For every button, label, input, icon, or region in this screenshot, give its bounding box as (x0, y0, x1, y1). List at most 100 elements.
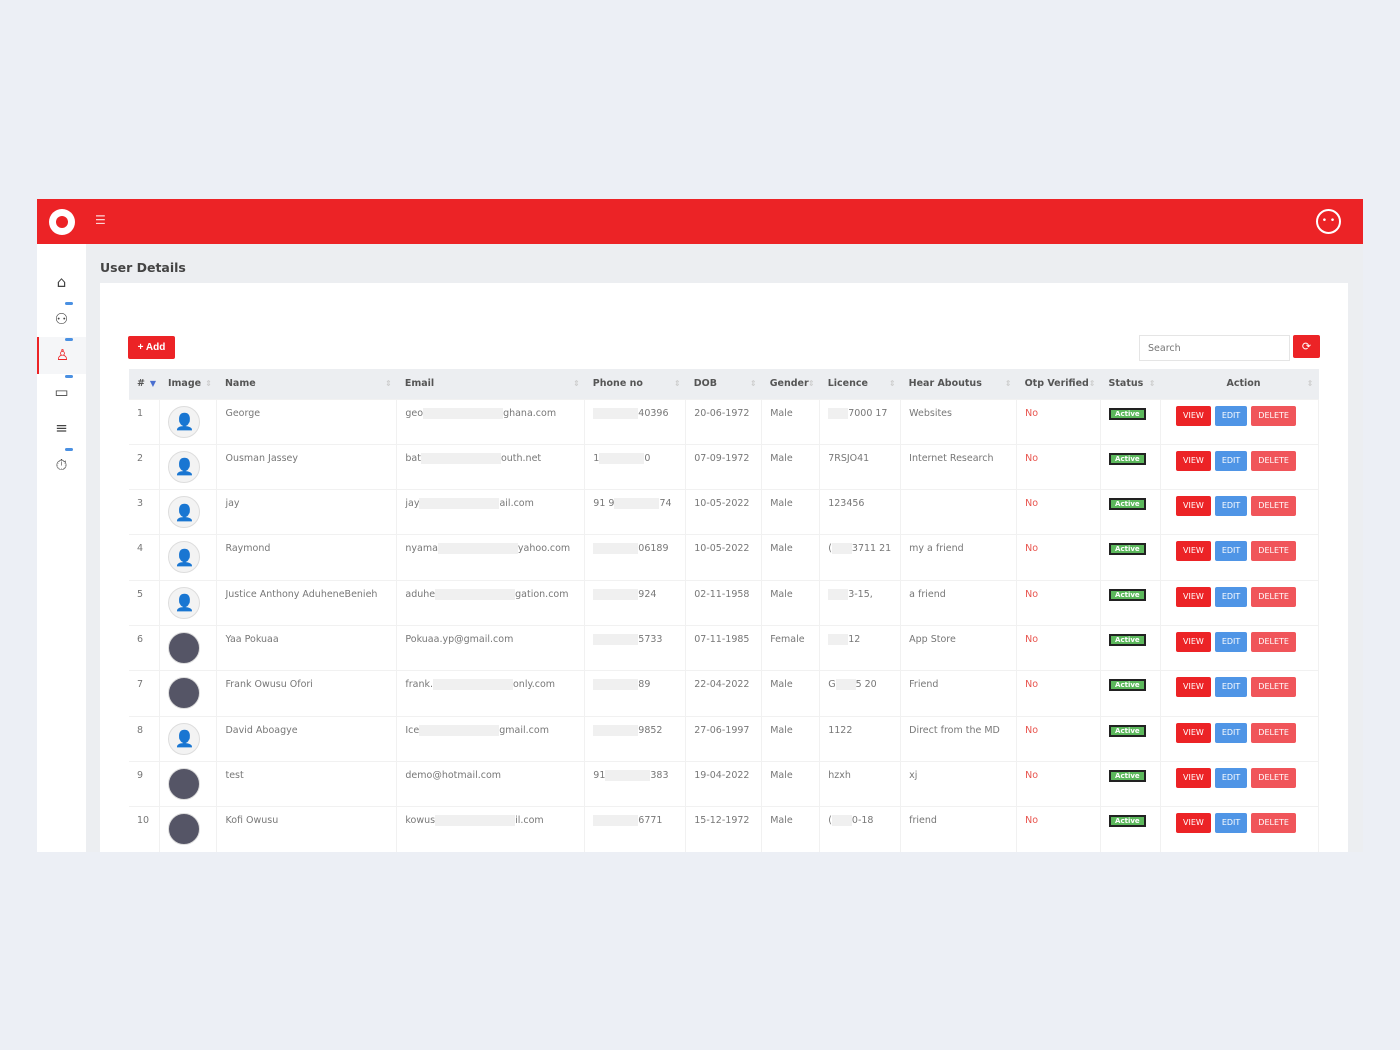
user-hear-aboutus: Friend (900, 670, 1018, 717)
column-header-gender[interactable]: Gender ⇕ (761, 369, 820, 399)
column-header-[interactable]: # ▼ (129, 369, 160, 399)
view-button[interactable]: VIEW (1176, 722, 1211, 743)
edit-button[interactable]: EDIT (1214, 767, 1248, 788)
sidebar-item-users[interactable]: ⚇ (37, 301, 86, 338)
add-button[interactable]: + Add (128, 336, 175, 359)
edit-button[interactable]: EDIT (1214, 677, 1248, 698)
column-header-hear-aboutus[interactable]: Hear Aboutus ⇕ (900, 369, 1017, 399)
status-badge[interactable]: Active (1109, 588, 1146, 601)
sort-icon[interactable]: ⇕ (1005, 379, 1012, 388)
view-button[interactable]: VIEW (1176, 631, 1211, 652)
delete-button[interactable]: DELETE (1251, 496, 1296, 517)
status-badge[interactable]: Active (1109, 543, 1146, 556)
column-header-name[interactable]: Name ⇕ (216, 369, 397, 399)
sort-icon[interactable]: ⇕ (674, 379, 681, 388)
status-cell: Active (1100, 670, 1162, 717)
column-header-licence[interactable]: Licence ⇕ (819, 369, 901, 399)
column-header-action[interactable]: Action ⇕ (1160, 369, 1319, 399)
sort-icon[interactable]: ⇕ (205, 379, 212, 388)
sort-desc-icon[interactable]: ▼ (150, 379, 156, 388)
status-badge[interactable]: Active (1109, 498, 1146, 511)
edit-button[interactable]: EDIT (1214, 813, 1248, 834)
cell-text: 40396 (638, 407, 669, 419)
column-header-phone-no[interactable]: Phone no ⇕ (584, 369, 686, 399)
user-name: Ousman Jassey (216, 443, 398, 490)
sidebar-item-user[interactable]: ♙ (37, 337, 86, 374)
cell-text: 06189 (638, 543, 669, 555)
view-button[interactable]: VIEW (1176, 677, 1211, 698)
edit-button[interactable]: EDIT (1214, 722, 1248, 743)
view-button[interactable]: VIEW (1176, 496, 1211, 517)
sort-icon[interactable]: ⇕ (750, 379, 757, 388)
sort-icon[interactable]: ⇕ (1089, 379, 1096, 388)
logo[interactable] (49, 209, 75, 235)
sort-icon[interactable]: ⇕ (808, 379, 815, 388)
column-header-dob[interactable]: DOB ⇕ (685, 369, 762, 399)
redacted-block (423, 407, 504, 419)
edit-button[interactable]: EDIT (1214, 541, 1248, 562)
user-circle-icon[interactable]: • • (1316, 209, 1341, 234)
avatar-placeholder-icon: 👤 (168, 541, 201, 574)
user-licence: (3711 21 (819, 534, 902, 581)
user-phone: 40396 (584, 398, 687, 445)
sort-icon[interactable]: ⇕ (889, 379, 896, 388)
cell-text: 924 (638, 588, 657, 600)
edit-button[interactable]: EDIT (1214, 586, 1248, 607)
user-icon: ♙ (55, 346, 70, 365)
view-button[interactable]: VIEW (1176, 813, 1211, 834)
refresh-button[interactable]: ⟳ (1293, 335, 1320, 358)
delete-button[interactable]: DELETE (1251, 450, 1296, 471)
user-name: test (216, 760, 398, 807)
column-header-image[interactable]: Image ⇕ (159, 369, 217, 399)
page-title: User Details (100, 260, 186, 275)
user-hear-aboutus: Websites (900, 398, 1018, 445)
edit-button[interactable]: EDIT (1214, 496, 1248, 517)
status-badge[interactable]: Active (1109, 452, 1146, 465)
hamburger-icon[interactable]: ☰ (95, 213, 106, 227)
sort-icon[interactable]: ⇕ (1149, 379, 1156, 388)
status-badge[interactable]: Active (1109, 724, 1146, 737)
sidebar: ⌂ ⚇ ♙ ▭ ≡ ⏱ (37, 244, 86, 852)
status-badge[interactable]: Active (1109, 679, 1146, 692)
cell-text: ail.com (499, 498, 534, 510)
cell-text: Ice (405, 724, 420, 736)
status-badge[interactable]: Active (1109, 769, 1146, 782)
user-dob: 15-12-1972 (685, 806, 763, 852)
delete-button[interactable]: DELETE (1251, 722, 1296, 743)
view-button[interactable]: VIEW (1176, 541, 1211, 562)
view-button[interactable]: VIEW (1176, 450, 1211, 471)
column-header-status[interactable]: Status ⇕ (1100, 369, 1161, 399)
edit-button[interactable]: EDIT (1214, 450, 1248, 471)
user-phone: 6771 (584, 806, 687, 852)
delete-button[interactable]: DELETE (1251, 813, 1296, 834)
status-cell: Active (1100, 398, 1162, 445)
status-badge[interactable]: Active (1109, 815, 1146, 828)
delete-button[interactable]: DELETE (1251, 767, 1296, 788)
sidebar-item-timer[interactable]: ⏱ (37, 447, 86, 484)
user-licence: 7000 17 (819, 398, 902, 445)
view-button[interactable]: VIEW (1176, 405, 1211, 426)
sort-icon[interactable]: ⇕ (1307, 379, 1314, 388)
sidebar-item-list[interactable]: ≡ (37, 410, 86, 447)
redacted-block (593, 815, 639, 827)
delete-button[interactable]: DELETE (1251, 631, 1296, 652)
sort-icon[interactable]: ⇕ (385, 379, 392, 388)
column-header-email[interactable]: Email ⇕ (396, 369, 585, 399)
delete-button[interactable]: DELETE (1251, 405, 1296, 426)
table-row: 3 👤 jay jay ail.com 91 9 74 10-05-2022 Male 12345… (129, 489, 1319, 535)
cell-text: 6771 (638, 815, 663, 827)
delete-button[interactable]: DELETE (1251, 677, 1296, 698)
search-input[interactable] (1139, 335, 1290, 361)
delete-button[interactable]: DELETE (1251, 541, 1296, 562)
status-badge[interactable]: Active (1109, 633, 1146, 646)
edit-button[interactable]: EDIT (1214, 631, 1248, 652)
delete-button[interactable]: DELETE (1251, 586, 1296, 607)
view-button[interactable]: VIEW (1176, 767, 1211, 788)
sidebar-item-monitor[interactable]: ▭ (37, 374, 86, 411)
view-button[interactable]: VIEW (1176, 586, 1211, 607)
sidebar-item-home[interactable]: ⌂ (37, 264, 86, 301)
sort-icon[interactable]: ⇕ (573, 379, 580, 388)
column-header-otp-verified[interactable]: Otp Verified ⇕ (1016, 369, 1101, 399)
edit-button[interactable]: EDIT (1214, 405, 1248, 426)
status-badge[interactable]: Active (1109, 407, 1146, 420)
